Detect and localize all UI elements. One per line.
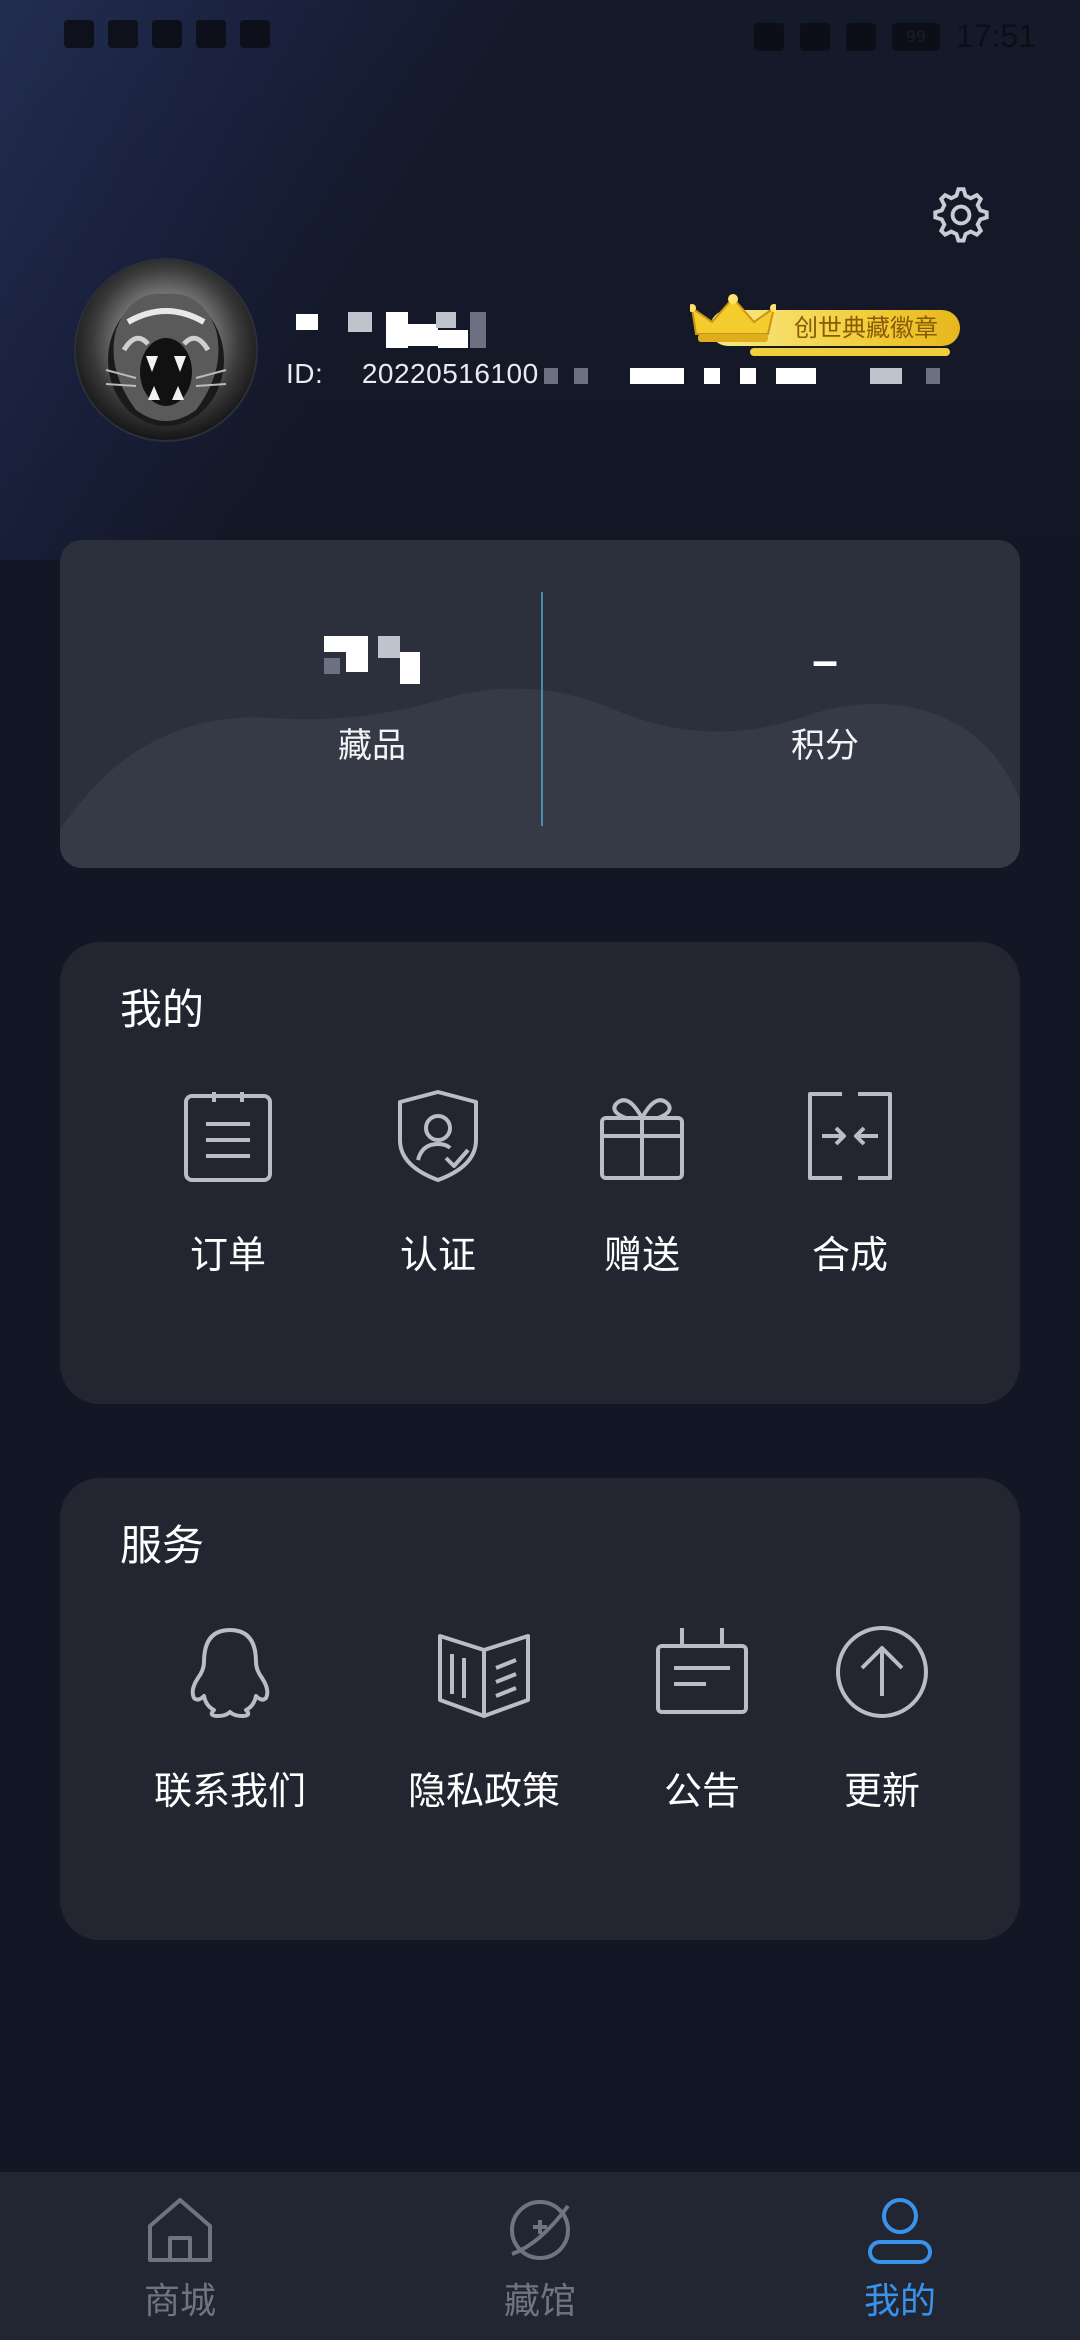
status-time: 17:51 [955, 18, 1036, 54]
gallery-icon [510, 2200, 570, 2260]
avatar[interactable] [74, 258, 258, 442]
service-item-privacy-label: 隐私政策 [407, 1769, 560, 1813]
service-item-notice[interactable]: 公告 [602, 1624, 802, 1815]
wifi-icon [152, 20, 182, 48]
mine-item-gift[interactable]: 赠送 [542, 1088, 742, 1279]
mine-card: 我的 订单 认证 赠送 合成 [60, 942, 1020, 1404]
status-bar: 99 17:51 [0, 0, 1080, 72]
signal-icon [108, 20, 138, 48]
mine-item-order-label: 订单 [189, 1233, 266, 1277]
stat-points[interactable]: – 积分 [655, 630, 995, 767]
merge-icon [808, 1092, 892, 1180]
stat-collections[interactable]: 藏品 [202, 630, 542, 767]
stats-card: 藏品 – 积分 [60, 540, 1020, 868]
mine-title: 我的 [120, 985, 205, 1034]
user-id-value: 20220516100 [361, 358, 539, 389]
home-icon [148, 2198, 212, 2262]
user-id: ID: 20220516100 [286, 358, 539, 390]
service-title: 服务 [120, 1521, 205, 1570]
gift-icon [600, 1098, 684, 1180]
mine-item-order[interactable]: 订单 [128, 1088, 328, 1279]
tab-gallery-label: 藏馆 [503, 2281, 576, 2322]
tab-mall[interactable]: 商城 [70, 2194, 290, 2324]
notification-icon [196, 20, 226, 48]
tab-gallery[interactable]: 藏馆 [430, 2194, 650, 2324]
collections-label: 藏品 [338, 726, 406, 766]
crown-icon [690, 294, 776, 342]
book-icon [438, 1634, 530, 1718]
mine-item-verify-label: 认证 [399, 1233, 476, 1277]
qq-contact-icon [190, 1628, 270, 1718]
tiger-avatar-image [105, 293, 227, 426]
service-item-contact[interactable]: 联系我们 [130, 1624, 330, 1815]
bluetooth-icon [845, 22, 876, 51]
user-icon [868, 2198, 932, 2264]
tab-mine-label: 我的 [863, 2281, 936, 2322]
username-obscured [286, 310, 486, 350]
battery-icon: 99 [891, 22, 940, 51]
genesis-badge[interactable]: 创世典藏徽章 [690, 294, 960, 364]
badge-underline [750, 348, 950, 356]
bottom-tab-bar: 商城 藏馆 我的 [0, 2172, 1080, 2340]
points-value: – [812, 634, 838, 686]
tab-mall-label: 商城 [143, 2281, 216, 2322]
user-id-label: ID: [286, 358, 324, 389]
nfc-icon [799, 22, 830, 51]
hd-icon [64, 20, 94, 48]
user-id-obscured [540, 366, 960, 388]
order-icon [184, 1092, 272, 1182]
settings-gear-icon[interactable] [930, 184, 992, 246]
verify-shield-icon [398, 1090, 478, 1182]
mine-item-gift-label: 赠送 [603, 1233, 680, 1277]
service-item-update-label: 更新 [843, 1769, 920, 1813]
mine-item-merge[interactable]: 合成 [750, 1088, 950, 1279]
tab-mine[interactable]: 我的 [790, 2194, 1010, 2324]
mine-item-verify[interactable]: 认证 [338, 1088, 538, 1279]
service-item-notice-label: 公告 [663, 1769, 740, 1813]
points-label: 积分 [791, 726, 859, 766]
service-item-privacy[interactable]: 隐私政策 [384, 1624, 584, 1815]
notice-board-icon [656, 1628, 748, 1714]
mine-item-merge-label: 合成 [811, 1233, 888, 1277]
update-arrow-icon [836, 1626, 928, 1718]
eye-icon [753, 22, 784, 51]
service-item-contact-label: 联系我们 [153, 1769, 306, 1813]
collections-count-obscured [202, 630, 542, 690]
service-item-update[interactable]: 更新 [782, 1624, 982, 1815]
service-card: 服务 联系我们 隐私政策 公告 更新 [60, 1478, 1020, 1940]
chat-icon [240, 20, 270, 48]
